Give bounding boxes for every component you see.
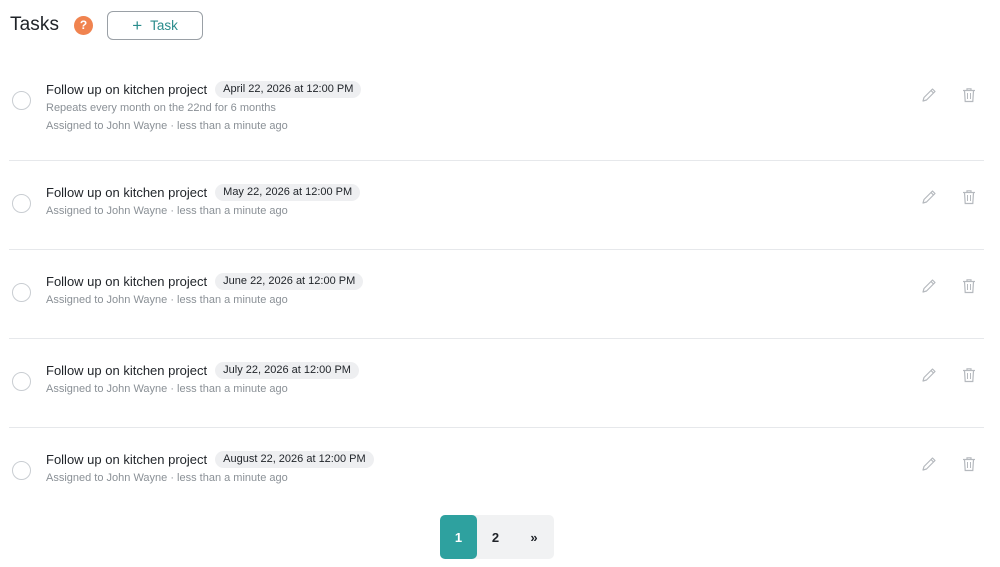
task-content: Follow up on kitchen project June 22, 20… bbox=[46, 272, 364, 307]
add-task-button[interactable]: + Task bbox=[107, 10, 204, 40]
pencil-icon[interactable] bbox=[921, 278, 937, 294]
task-due-date-badge: April 22, 2026 at 12:00 PM bbox=[215, 80, 362, 98]
task-name[interactable]: Follow up on kitchen project bbox=[46, 82, 207, 97]
task-assignment-info: Assigned to John Wayne · less than a min… bbox=[46, 472, 288, 484]
page-2-button[interactable]: 2 bbox=[477, 515, 514, 559]
task-content: Follow up on kitchen project April 22, 2… bbox=[46, 80, 362, 133]
task-row: Follow up on kitchen project May 22, 202… bbox=[9, 161, 984, 250]
pencil-icon[interactable] bbox=[921, 189, 937, 205]
trash-icon[interactable] bbox=[962, 367, 976, 383]
task-assignment-info: Assigned to John Wayne · less than a min… bbox=[46, 294, 288, 306]
task-row: Follow up on kitchen project June 22, 20… bbox=[9, 250, 984, 339]
page-title: Tasks bbox=[10, 14, 60, 35]
task-assignment-info: Assigned to John Wayne · less than a min… bbox=[46, 205, 288, 217]
task-assignment-info: Assigned to John Wayne · less than a min… bbox=[46, 383, 288, 395]
trash-icon[interactable] bbox=[962, 189, 976, 205]
task-name[interactable]: Follow up on kitchen project bbox=[46, 363, 207, 378]
task-complete-checkbox[interactable] bbox=[12, 283, 31, 302]
task-list: Follow up on kitchen project April 22, 2… bbox=[9, 67, 984, 517]
task-assignment-info: Assigned to John Wayne · less than a min… bbox=[46, 120, 288, 132]
page-header: Tasks ? + Task bbox=[10, 10, 204, 40]
task-name[interactable]: Follow up on kitchen project bbox=[46, 274, 207, 289]
task-repeat-info: Repeats every month on the 22nd for 6 mo… bbox=[46, 102, 276, 114]
task-due-date-badge: May 22, 2026 at 12:00 PM bbox=[215, 183, 361, 201]
trash-icon[interactable] bbox=[962, 278, 976, 294]
task-content: Follow up on kitchen project August 22, … bbox=[46, 450, 374, 485]
task-due-date-badge: July 22, 2026 at 12:00 PM bbox=[215, 361, 359, 379]
task-name[interactable]: Follow up on kitchen project bbox=[46, 452, 207, 467]
plus-icon: + bbox=[132, 15, 143, 35]
page-1-button[interactable]: 1 bbox=[440, 515, 477, 559]
task-complete-checkbox[interactable] bbox=[12, 461, 31, 480]
help-icon[interactable]: ? bbox=[74, 15, 94, 35]
pencil-icon[interactable] bbox=[921, 456, 937, 472]
add-task-label: Task bbox=[150, 17, 178, 33]
task-content: Follow up on kitchen project July 22, 20… bbox=[46, 361, 359, 396]
trash-icon[interactable] bbox=[962, 456, 976, 472]
pencil-icon[interactable] bbox=[921, 87, 937, 103]
task-complete-checkbox[interactable] bbox=[12, 372, 31, 391]
task-content: Follow up on kitchen project May 22, 202… bbox=[46, 183, 361, 218]
task-due-date-badge: August 22, 2026 at 12:00 PM bbox=[215, 450, 374, 468]
next-page-button[interactable]: » bbox=[514, 515, 554, 559]
task-row: Follow up on kitchen project April 22, 2… bbox=[9, 67, 984, 161]
task-complete-checkbox[interactable] bbox=[12, 194, 31, 213]
pagination: 1 2 » bbox=[440, 515, 554, 559]
task-row: Follow up on kitchen project August 22, … bbox=[9, 428, 984, 517]
pencil-icon[interactable] bbox=[921, 367, 937, 383]
task-complete-checkbox[interactable] bbox=[12, 91, 31, 110]
task-due-date-badge: June 22, 2026 at 12:00 PM bbox=[215, 272, 364, 290]
task-name[interactable]: Follow up on kitchen project bbox=[46, 185, 207, 200]
trash-icon[interactable] bbox=[962, 87, 976, 103]
task-row: Follow up on kitchen project July 22, 20… bbox=[9, 339, 984, 428]
